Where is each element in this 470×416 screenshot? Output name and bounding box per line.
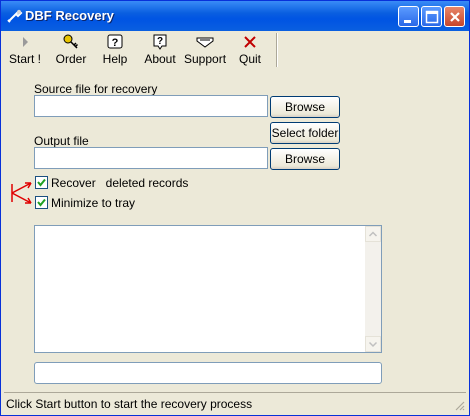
app-window: DBF Recovery Start ! Order ? Help ? Abou… (0, 0, 470, 416)
play-icon (23, 37, 28, 47)
svg-text:?: ? (157, 36, 163, 47)
recover-deleted-checkbox[interactable] (35, 176, 48, 189)
maximize-icon (425, 10, 439, 24)
toolbar: Start ! Order ? Help ? About Support Qui… (4, 31, 466, 69)
log-textarea[interactable] (34, 225, 382, 353)
output-file-label: Output file (34, 134, 89, 148)
help-button[interactable]: ? Help (97, 33, 133, 67)
resize-grip-icon[interactable] (453, 399, 465, 411)
output-browse-button[interactable]: Browse (270, 148, 340, 170)
chevron-up-icon (368, 231, 378, 237)
quit-button[interactable]: Quit (234, 33, 266, 67)
key-icon (63, 34, 79, 49)
about-button[interactable]: ? About (141, 33, 179, 67)
close-icon (450, 12, 460, 22)
scroll-down-button[interactable] (365, 336, 381, 352)
status-text: Click Start button to start the recovery… (6, 397, 253, 411)
select-folder-button[interactable]: Select folder (270, 122, 340, 144)
window-title: DBF Recovery (25, 8, 114, 23)
about-icon: ? (153, 34, 167, 50)
close-x-icon (244, 36, 256, 48)
recover-deleted-label: Recover deleted records (51, 176, 189, 190)
order-button[interactable]: Order (51, 33, 91, 67)
chevron-down-icon (368, 341, 378, 348)
app-icon (7, 9, 23, 23)
start-label: Start ! (8, 52, 41, 66)
annotation-arrows (11, 182, 32, 204)
support-icon (196, 37, 214, 48)
close-button[interactable] (444, 6, 465, 27)
quit-label: Quit (238, 52, 261, 66)
checkmark-icon (37, 178, 46, 187)
about-label: About (144, 52, 176, 66)
source-file-input[interactable] (34, 95, 268, 117)
scroll-up-button[interactable] (365, 226, 381, 242)
minimize-button[interactable] (398, 6, 419, 27)
help-label: Help (102, 52, 128, 66)
source-browse-button[interactable]: Browse (270, 96, 340, 118)
maximize-button[interactable] (421, 6, 442, 27)
order-label: Order (55, 52, 87, 66)
source-file-label: Source file for recovery (34, 82, 158, 96)
title-bar[interactable]: DBF Recovery (1, 1, 469, 31)
vertical-scrollbar[interactable] (365, 226, 381, 352)
client-area: Start ! Order ? Help ? About Support Qui… (4, 31, 466, 412)
start-button[interactable]: Start ! (6, 33, 44, 67)
support-button[interactable]: Support (184, 33, 226, 67)
toolbar-separator (276, 33, 278, 67)
checkmark-icon (37, 198, 46, 207)
status-bar: Click Start button to start the recovery… (4, 392, 466, 412)
minimize-to-tray-checkbox[interactable] (35, 196, 48, 209)
minimize-icon (404, 20, 411, 23)
support-label: Support (184, 52, 227, 66)
minimize-to-tray-label: Minimize to tray (51, 196, 136, 210)
help-icon: ? (107, 34, 123, 49)
output-file-input[interactable] (34, 147, 268, 169)
svg-text:?: ? (112, 37, 119, 49)
progress-bar (34, 362, 382, 384)
